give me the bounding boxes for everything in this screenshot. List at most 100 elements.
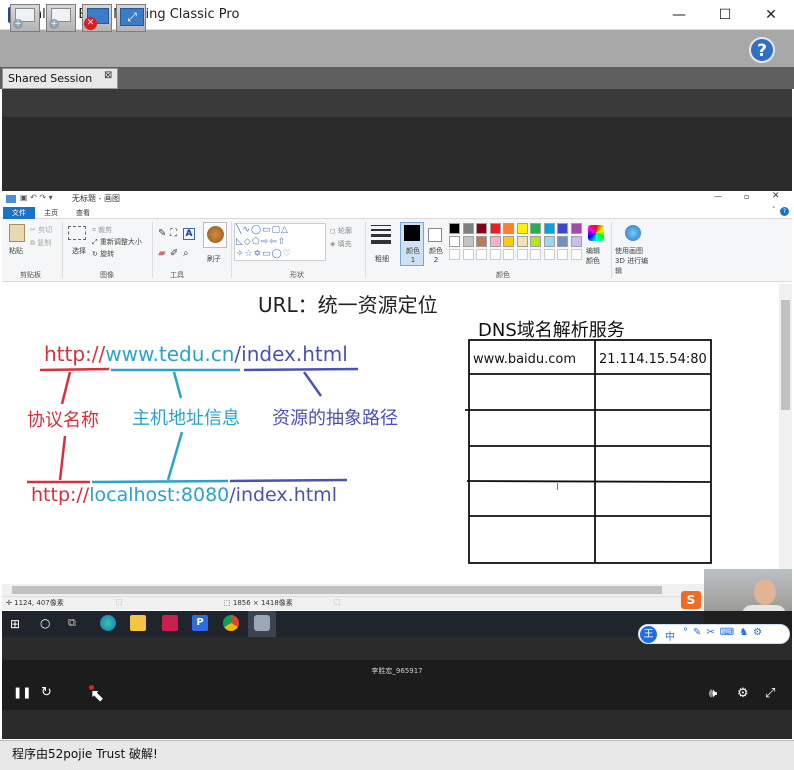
ime-logo[interactable]: 王 [640,626,657,643]
palette-swatch[interactable] [516,236,528,247]
add-screen-button[interactable]: + [10,4,40,32]
tab-close-icon[interactable]: ⊠ [104,70,112,81]
color-picker-icon[interactable]: ✐ [170,248,178,259]
edit-colors-label[interactable]: 编辑颜色 [586,246,606,266]
paint-maximize-button[interactable]: ▫ [744,192,749,201]
fill-bucket-icon[interactable]: ⛶ [170,228,177,239]
paint-tab-home[interactable]: 主页 [44,208,58,218]
palette-swatch[interactable] [557,236,568,247]
palette-swatch[interactable] [543,223,555,234]
paint-help-icon[interactable]: ? [780,207,789,216]
edit-colors-icon[interactable] [588,225,604,241]
file-size-icon: ⬚ [334,598,341,606]
palette-swatch[interactable] [449,236,460,247]
brushes-icon[interactable] [203,222,227,248]
eraser-icon[interactable]: ▰ [158,248,166,259]
windows-start-icon[interactable]: ⊞ [10,617,20,631]
palette-swatch[interactable] [503,236,514,247]
palette-swatch[interactable] [530,236,541,247]
help-button[interactable]: ? [749,37,775,63]
fit-screen-button[interactable]: ⤢ [116,4,146,32]
pause-button[interactable]: ❚❚ [13,686,31,699]
select-icon[interactable] [68,226,86,240]
palette-swatch[interactable] [476,223,487,234]
quick-access-icons[interactable]: ▣ ↶ ↷ ▾ [20,193,53,202]
palette-swatch-empty[interactable] [516,249,528,260]
palette-swatch-empty[interactable] [462,249,474,260]
palette-swatch-empty[interactable] [476,249,487,260]
palette-swatch[interactable] [489,236,501,247]
toolbar [0,30,794,67]
ime-mode-chinese[interactable]: 中 [665,628,675,643]
paint-minimize-button[interactable]: — [714,192,722,201]
palette-swatch[interactable] [489,223,501,234]
size-label[interactable]: 粗细 [375,254,389,264]
minimize-button[interactable]: — [656,0,702,30]
maximize-button[interactable]: ☐ [702,0,748,30]
palette-swatch[interactable] [449,223,460,234]
replay-button[interactable]: ↻ [41,685,52,700]
chrome-icon[interactable] [223,615,239,631]
palette-swatch[interactable] [462,236,474,247]
palette-swatch-empty[interactable] [557,249,568,260]
palette-swatch[interactable] [570,236,582,247]
app-p-icon[interactable]: P [192,615,208,631]
outline-button[interactable]: ◻ 轮廓 [330,226,352,236]
palette-swatch[interactable] [516,223,528,234]
paint-tab-file[interactable]: 文件 [3,207,35,219]
paste-label[interactable]: 粘贴 [9,246,23,256]
rotate-button[interactable]: ↻ 旋转 [92,249,114,259]
text-cursor-mark: I [556,482,559,493]
canvas-vertical-scroll-thumb[interactable] [781,300,790,410]
paste-icon[interactable] [9,224,25,242]
sogou-ime-icon[interactable]: S [681,591,701,609]
add-window-button[interactable]: + [46,4,76,32]
crop-button[interactable]: ⌗ 裁剪 [92,225,112,235]
close-button[interactable]: ✕ [748,0,794,30]
size-line-2 [371,229,391,231]
search-icon[interactable]: ○ [40,616,50,630]
palette-swatch[interactable] [503,223,514,234]
ime-tool-icons[interactable]: °✎✂⌨♞⚙ [683,627,767,638]
settings-icon[interactable]: ⚙ [737,686,749,701]
palette-swatch[interactable] [530,223,541,234]
palette-swatch-empty[interactable] [449,249,460,260]
paint3d-label[interactable]: 使用画图 3D 进行编辑 [615,246,655,276]
fill-button[interactable]: ◈ 填充 [330,239,352,249]
color2-swatch[interactable] [428,228,442,242]
select-label[interactable]: 选择 [72,246,86,256]
pencil-icon[interactable]: ✎ [158,228,166,239]
palette-swatch-empty[interactable] [489,249,501,260]
brushes-label[interactable]: 刷子 [207,254,221,264]
palette-swatch[interactable] [462,223,474,234]
group-image-label: 图像 [100,271,114,279]
palette-swatch[interactable] [570,223,582,234]
palette-swatch[interactable] [543,236,555,247]
label-path: 资源的抽象路径 [272,408,398,429]
file-explorer-icon[interactable] [130,615,146,631]
palette-swatch-empty[interactable] [530,249,541,260]
canvas-horizontal-scroll-thumb[interactable] [12,586,662,594]
copy-button[interactable]: ⧉ 复制 [30,238,51,248]
paint-tab-view[interactable]: 查看 [76,208,90,218]
palette-swatch[interactable] [557,223,568,234]
cut-button[interactable]: ✂ 剪切 [30,225,52,235]
volume-icon[interactable]: 🕪 [709,686,717,701]
text-tool-icon[interactable]: A [183,228,195,240]
task-view-icon[interactable]: ⧉ [68,616,76,630]
palette-swatch-empty[interactable] [503,249,514,260]
palette-swatch-empty[interactable] [543,249,555,260]
resize-button[interactable]: ⤢ 重新调整大小 [92,237,142,247]
paint-close-button[interactable]: ✕ [772,191,780,201]
taskbar-active-app[interactable] [248,611,276,637]
fullscreen-icon[interactable]: ⤢ [765,686,775,701]
ribbon-collapse-icon[interactable]: ˄ [772,206,776,214]
magnifier-icon[interactable]: ⌕ [183,248,189,259]
edge-browser-icon[interactable] [100,615,116,631]
intellij-icon[interactable] [162,615,178,631]
stop-sharing-button[interactable]: ✕ [82,4,112,32]
palette-swatch-empty[interactable] [570,249,582,260]
shapes-gallery[interactable]: ╲∿◯▭▢△ ◺◇⬠⇨⇦⇧ ✧☆✡▭◯♡ [234,223,326,261]
palette-swatch[interactable] [476,236,487,247]
paint3d-icon[interactable] [625,225,641,241]
